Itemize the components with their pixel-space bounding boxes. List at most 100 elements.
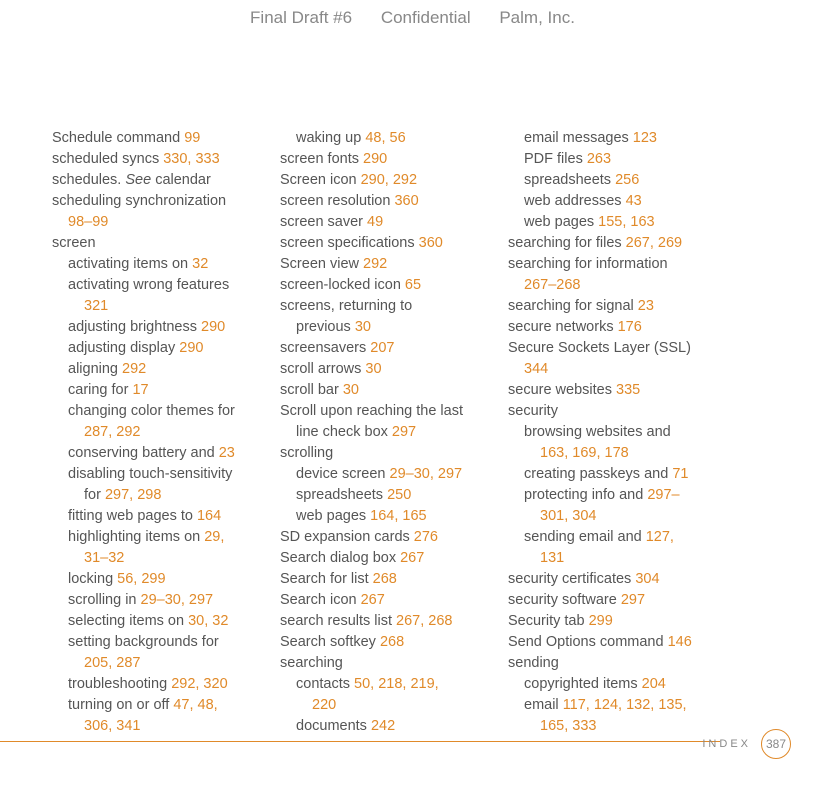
index-term: browsing websites and	[524, 424, 671, 440]
index-term: turning on or off	[68, 697, 173, 713]
page-reference: 31–32	[84, 550, 124, 566]
index-entry: spreadsheets 250	[280, 485, 508, 506]
index-entry: Search dialog box 267	[280, 548, 508, 569]
index-term: schedules.	[52, 172, 125, 188]
page-header: Final Draft #6 Confidential Palm, Inc.	[0, 0, 825, 28]
page-reference: 98–99	[68, 214, 108, 230]
index-entry: screen resolution 360	[280, 191, 508, 212]
index-entry: scrolling	[280, 443, 508, 464]
index-entry: fitting web pages to 164	[52, 506, 280, 527]
index-entry: screen	[52, 233, 280, 254]
page-reference: 207	[370, 340, 394, 356]
page-reference: 48, 56	[365, 130, 405, 146]
index-entry: email 117, 124, 132, 135,	[508, 695, 736, 716]
page-reference: 268	[380, 634, 404, 650]
page-reference: 297	[392, 424, 416, 440]
index-term: screen saver	[280, 214, 367, 230]
page-reference: 155, 163	[598, 214, 654, 230]
footer-badge: INDEX 387	[702, 729, 791, 759]
index-entry: scheduling synchronization	[52, 191, 280, 212]
index-term: security	[508, 403, 558, 419]
index-entry: search results list 267, 268	[280, 611, 508, 632]
page-reference: 50, 218, 219,	[354, 676, 439, 692]
page-reference: 163, 169, 178	[540, 445, 629, 461]
index-term: Schedule command	[52, 130, 184, 146]
index-term: Send Options command	[508, 634, 668, 650]
index-entry: Security tab 299	[508, 611, 736, 632]
index-term: device screen	[296, 466, 390, 482]
index-entry: PDF files 263	[508, 149, 736, 170]
page-reference: 290	[179, 340, 203, 356]
index-entry: spreadsheets 256	[508, 170, 736, 191]
index-entry: setting backgrounds for	[52, 632, 280, 653]
index-entry: 205, 287	[52, 653, 280, 674]
header-draft: Final Draft #6	[250, 8, 352, 27]
page-reference: 290, 292	[361, 172, 417, 188]
index-entry: conserving battery and 23	[52, 443, 280, 464]
index-entry: screen-locked icon 65	[280, 275, 508, 296]
index-term: activating items on	[68, 256, 192, 272]
page-reference: 30	[355, 319, 371, 335]
index-term: setting backgrounds for	[68, 634, 219, 650]
index-term: screen specifications	[280, 235, 419, 251]
index-entry: locking 56, 299	[52, 569, 280, 590]
index-entry: Secure Sockets Layer (SSL)	[508, 338, 736, 359]
index-entry: web pages 155, 163	[508, 212, 736, 233]
index-entry: sending	[508, 653, 736, 674]
index-term: aligning	[68, 361, 122, 377]
index-entry: 344	[508, 359, 736, 380]
page-reference: 360	[419, 235, 443, 251]
index-entry: secure networks 176	[508, 317, 736, 338]
footer-label: INDEX	[702, 738, 751, 750]
index-term: searching	[280, 655, 343, 671]
index-term: web addresses	[524, 193, 626, 209]
index-entry: copyrighted items 204	[508, 674, 736, 695]
index-term: conserving battery and	[68, 445, 219, 461]
index-term: screen	[52, 235, 96, 251]
index-entry: troubleshooting 292, 320	[52, 674, 280, 695]
index-term: email	[524, 697, 563, 713]
index-term: scrolling	[280, 445, 333, 461]
index-term: scheduling synchronization	[52, 193, 226, 209]
page-reference: 267	[361, 592, 385, 608]
index-entry: caring for 17	[52, 380, 280, 401]
index-term: highlighting items on	[68, 529, 204, 545]
page-reference: 268	[373, 571, 397, 587]
index-term: PDF files	[524, 151, 587, 167]
page-reference: 299	[589, 613, 613, 629]
page-reference: 330, 333	[163, 151, 219, 167]
index-entry: screen fonts 290	[280, 149, 508, 170]
index-term: secure websites	[508, 382, 616, 398]
index-entry: web addresses 43	[508, 191, 736, 212]
index-entry: security	[508, 401, 736, 422]
index-entry: turning on or off 47, 48,	[52, 695, 280, 716]
index-term: Security tab	[508, 613, 589, 629]
index-term: spreadsheets	[296, 487, 387, 503]
page-reference: 267, 268	[396, 613, 452, 629]
index-entry: Screen icon 290, 292	[280, 170, 508, 191]
index-entry: Search icon 267	[280, 590, 508, 611]
index-entry: aligning 292	[52, 359, 280, 380]
index-entry: 31–32	[52, 548, 280, 569]
index-term: scrolling in	[68, 592, 141, 608]
page-reference: 256	[615, 172, 639, 188]
index-entry: contacts 50, 218, 219,	[280, 674, 508, 695]
index-entry: Send Options command 146	[508, 632, 736, 653]
index-term: line check box	[296, 424, 392, 440]
index-term: screen fonts	[280, 151, 363, 167]
index-entry: searching for signal 23	[508, 296, 736, 317]
page-reference: 292	[363, 256, 387, 272]
index-entry: scroll arrows 30	[280, 359, 508, 380]
index-term: screen resolution	[280, 193, 394, 209]
page-reference: 321	[84, 298, 108, 314]
page-reference: 29,	[204, 529, 224, 545]
index-column: Schedule command 99scheduled syncs 330, …	[52, 128, 280, 737]
page-reference: 23	[219, 445, 235, 461]
index-entry: searching for information	[508, 254, 736, 275]
page-reference: 123	[633, 130, 657, 146]
page-reference: 297–	[647, 487, 679, 503]
page-footer: INDEX 387	[0, 731, 825, 759]
index-entry: creating passkeys and 71	[508, 464, 736, 485]
index-entry: 163, 169, 178	[508, 443, 736, 464]
page-reference: 205, 287	[84, 655, 140, 671]
